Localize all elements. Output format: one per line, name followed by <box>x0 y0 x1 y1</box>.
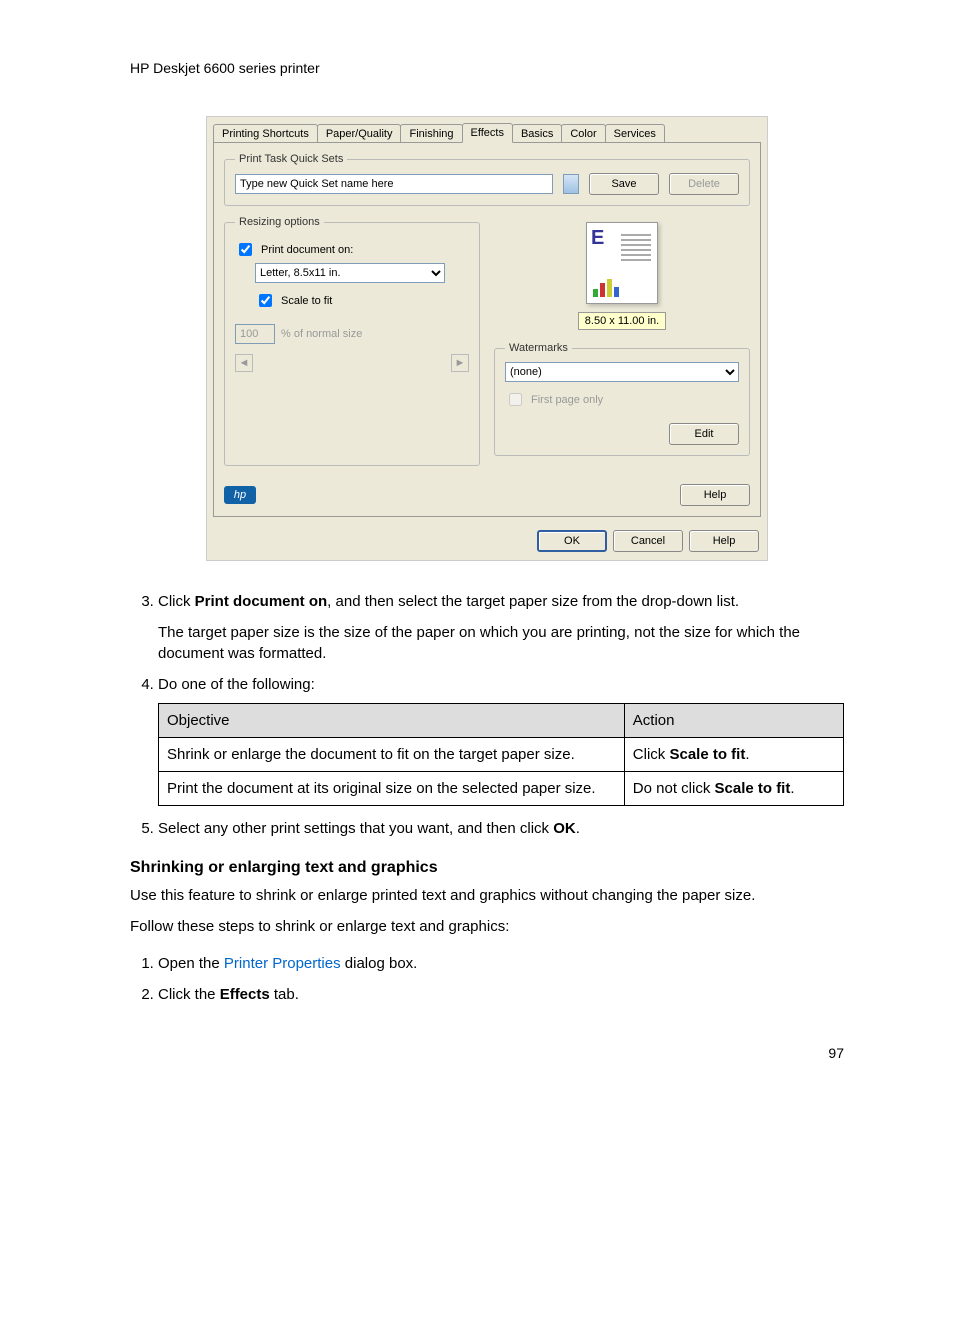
page-number: 97 <box>130 1045 844 1061</box>
table-header-objective: Objective <box>159 704 625 738</box>
ok-button[interactable]: OK <box>537 530 607 552</box>
print-properties-dialog: Printing Shortcuts Paper/Quality Finishi… <box>206 116 768 561</box>
substep-2: Click the Effects tab. <box>158 984 844 1005</box>
print-document-on-label: Print document on: <box>261 244 353 256</box>
quickset-name-input[interactable] <box>235 174 553 194</box>
objective-action-table: Objective Action Shrink or enlarge the d… <box>158 703 844 806</box>
tab-effects[interactable]: Effects <box>462 123 513 143</box>
scale-to-fit-label: Scale to fit <box>281 295 332 307</box>
percent-input <box>235 324 275 344</box>
watermarks-group: Watermarks (none) First page only Edit <box>494 342 750 456</box>
hp-logo-icon: hp <box>224 486 256 504</box>
table-row: Shrink or enlarge the document to fit on… <box>159 738 844 772</box>
slider-left-icon: ◄ <box>235 354 253 372</box>
help-button[interactable]: Help <box>680 484 750 506</box>
tab-color[interactable]: Color <box>561 124 605 143</box>
slider-right-icon: ► <box>451 354 469 372</box>
step-4: Do one of the following: Objective Actio… <box>158 674 844 806</box>
watermark-edit-button[interactable]: Edit <box>669 423 739 445</box>
help-footer-button[interactable]: Help <box>689 530 759 552</box>
tab-finishing[interactable]: Finishing <box>400 124 462 143</box>
scale-to-fit-checkbox[interactable] <box>259 294 272 307</box>
first-page-only-label: First page only <box>531 394 603 406</box>
watermark-select[interactable]: (none) <box>505 362 739 382</box>
print-document-on-checkbox[interactable] <box>239 243 252 256</box>
paper-size-select[interactable]: Letter, 8.5x11 in. <box>255 263 445 283</box>
resizing-group: Resizing options Print document on: Lett… <box>224 216 480 466</box>
tab-strip: Printing Shortcuts Paper/Quality Finishi… <box>207 117 767 143</box>
step-3-note: The target paper size is the size of the… <box>158 622 844 664</box>
substep-1: Open the Printer Properties dialog box. <box>158 953 844 974</box>
section-paragraph-2: Follow these steps to shrink or enlarge … <box>130 916 844 939</box>
tab-printing-shortcuts[interactable]: Printing Shortcuts <box>213 124 318 143</box>
tab-basics[interactable]: Basics <box>512 124 562 143</box>
tab-services[interactable]: Services <box>605 124 665 143</box>
cancel-button[interactable]: Cancel <box>613 530 683 552</box>
dropdown-icon[interactable] <box>563 174 579 194</box>
resizing-legend: Resizing options <box>235 216 324 228</box>
tab-paper-quality[interactable]: Paper/Quality <box>317 124 402 143</box>
quickset-legend: Print Task Quick Sets <box>235 153 347 165</box>
table-header-action: Action <box>624 704 843 738</box>
quickset-group: Print Task Quick Sets Save Delete <box>224 153 750 206</box>
first-page-only-checkbox <box>509 393 522 406</box>
preview-size-label: 8.50 x 11.00 in. <box>578 312 666 330</box>
printer-properties-link[interactable]: Printer Properties <box>224 955 341 972</box>
document-header: HP Deskjet 6600 series printer <box>130 60 844 76</box>
quickset-save-button[interactable]: Save <box>589 173 659 195</box>
section-paragraph-1: Use this feature to shrink or enlarge pr… <box>130 885 844 908</box>
section-heading: Shrinking or enlarging text and graphics <box>130 859 844 877</box>
step-3: Click Print document on, and then select… <box>158 591 844 664</box>
page-preview: E <box>586 222 658 304</box>
step-5: Select any other print settings that you… <box>158 818 844 839</box>
quickset-delete-button: Delete <box>669 173 739 195</box>
watermarks-legend: Watermarks <box>505 342 572 354</box>
table-row: Print the document at its original size … <box>159 772 844 806</box>
percent-label: % of normal size <box>281 328 362 340</box>
